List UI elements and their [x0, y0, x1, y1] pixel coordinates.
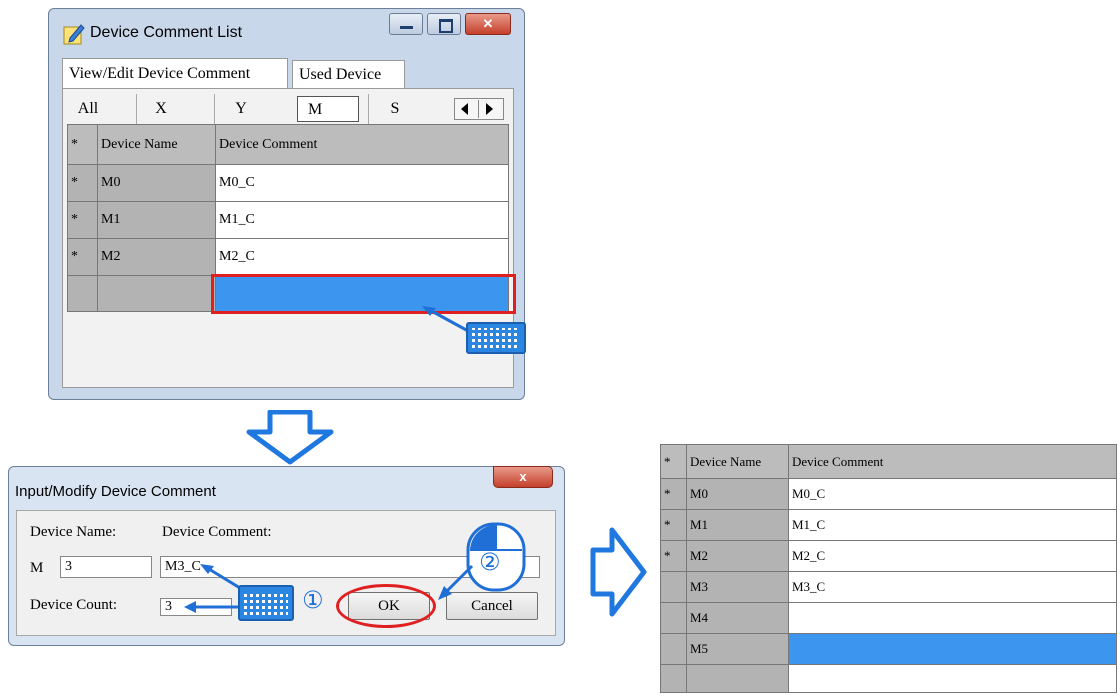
table-row[interactable]: M3 M3_C: [660, 571, 1117, 603]
filter-all[interactable]: All: [68, 96, 108, 122]
table-row[interactable]: * M1 M1_C: [67, 201, 509, 239]
device-name-cell: [97, 275, 216, 312]
scroll-left-icon[interactable]: [461, 103, 468, 115]
divider: [136, 94, 137, 124]
device-comment-cell[interactable]: M1_C: [788, 509, 1117, 541]
row-marker: [660, 664, 687, 693]
table-row[interactable]: * M1 M1_C: [660, 509, 1117, 541]
device-name-cell: M0: [686, 478, 789, 510]
device-comment-cell[interactable]: [788, 633, 1117, 665]
row-marker: [660, 633, 687, 665]
device-comment-cell[interactable]: M2_C: [788, 540, 1117, 572]
row-marker: [67, 275, 98, 312]
scroll-right-icon[interactable]: [486, 103, 493, 115]
header-device-comment: Device Comment: [215, 124, 509, 165]
keyboard-icon: [466, 322, 526, 354]
table-row[interactable]: M4: [660, 602, 1117, 634]
filter-m[interactable]: M: [297, 96, 359, 122]
keyboard-icon: [238, 585, 294, 621]
device-name-cell: M3: [686, 571, 789, 603]
maximize-button[interactable]: [427, 13, 461, 35]
divider: [214, 94, 215, 124]
device-name-cell: M1: [686, 509, 789, 541]
device-comment-cell[interactable]: [788, 664, 1117, 693]
row-marker: *: [67, 201, 98, 239]
down-arrow-icon: [246, 410, 334, 465]
dialog-title: Input/Modify Device Comment: [15, 483, 216, 500]
scroll-tabs: [454, 98, 504, 120]
ok-highlight-ellipse: [336, 584, 436, 628]
header-device-name: Device Name: [97, 124, 216, 165]
device-name-cell: M5: [686, 633, 789, 665]
device-count-label: Device Count:: [30, 597, 118, 613]
device-number-input[interactable]: 3: [60, 556, 152, 578]
row-marker: *: [67, 238, 98, 276]
row-marker: *: [660, 540, 687, 572]
device-comment-cell[interactable]: M2_C: [215, 238, 509, 276]
row-marker: *: [660, 509, 687, 541]
device-name-cell: M2: [97, 238, 216, 276]
dialog-close-button[interactable]: x: [493, 466, 553, 488]
device-comment-cell[interactable]: M0_C: [215, 164, 509, 202]
step-1-marker: ①: [302, 586, 324, 614]
divider: [368, 94, 369, 124]
table-row[interactable]: M5: [660, 633, 1117, 665]
device-name-cell: M4: [686, 602, 789, 634]
header-device-comment: Device Comment: [788, 444, 1117, 479]
step-2-marker: ②: [479, 548, 501, 576]
row-marker: *: [67, 164, 98, 202]
device-comment-label: Device Comment:: [162, 524, 272, 540]
device-comment-cell[interactable]: M3_C: [788, 571, 1117, 603]
device-name-cell: M1: [97, 201, 216, 239]
table-row[interactable]: * M0 M0_C: [660, 478, 1117, 510]
device-name-label: Device Name:: [30, 524, 117, 540]
table-row[interactable]: * M2 M2_C: [67, 238, 509, 276]
right-arrow-icon: [590, 527, 647, 617]
close-button[interactable]: ✕: [465, 13, 511, 35]
tab-view-edit-device-comment[interactable]: View/Edit Device Comment: [62, 58, 288, 88]
table-row[interactable]: [660, 664, 1117, 693]
filter-s[interactable]: S: [380, 96, 410, 122]
row-marker: *: [660, 478, 687, 510]
filter-y[interactable]: Y: [226, 96, 256, 122]
device-comment-cell[interactable]: M1_C: [215, 201, 509, 239]
device-name-cell: M0: [97, 164, 216, 202]
divider: [478, 100, 479, 118]
device-name-cell: [686, 664, 789, 693]
row-marker: [660, 571, 687, 603]
tab-used-device[interactable]: Used Device: [292, 60, 405, 88]
result-device-comment-table: * Device Name Device Comment * M0 M0_C *…: [660, 444, 1117, 693]
device-comment-cell[interactable]: [788, 602, 1117, 634]
header-marker: *: [67, 124, 98, 165]
device-name-cell: M2: [686, 540, 789, 572]
table-row[interactable]: * M2 M2_C: [660, 540, 1117, 572]
window-title: Device Comment List: [90, 24, 243, 41]
filter-x[interactable]: X: [146, 96, 176, 122]
header-marker: *: [660, 444, 687, 479]
device-comment-cell[interactable]: M0_C: [788, 478, 1117, 510]
row-marker: [660, 602, 687, 634]
header-device-name: Device Name: [686, 444, 789, 479]
minimize-button[interactable]: [389, 13, 423, 35]
edit-note-icon: [63, 24, 85, 45]
device-prefix: M: [30, 560, 44, 576]
table-row[interactable]: * M0 M0_C: [67, 164, 509, 202]
